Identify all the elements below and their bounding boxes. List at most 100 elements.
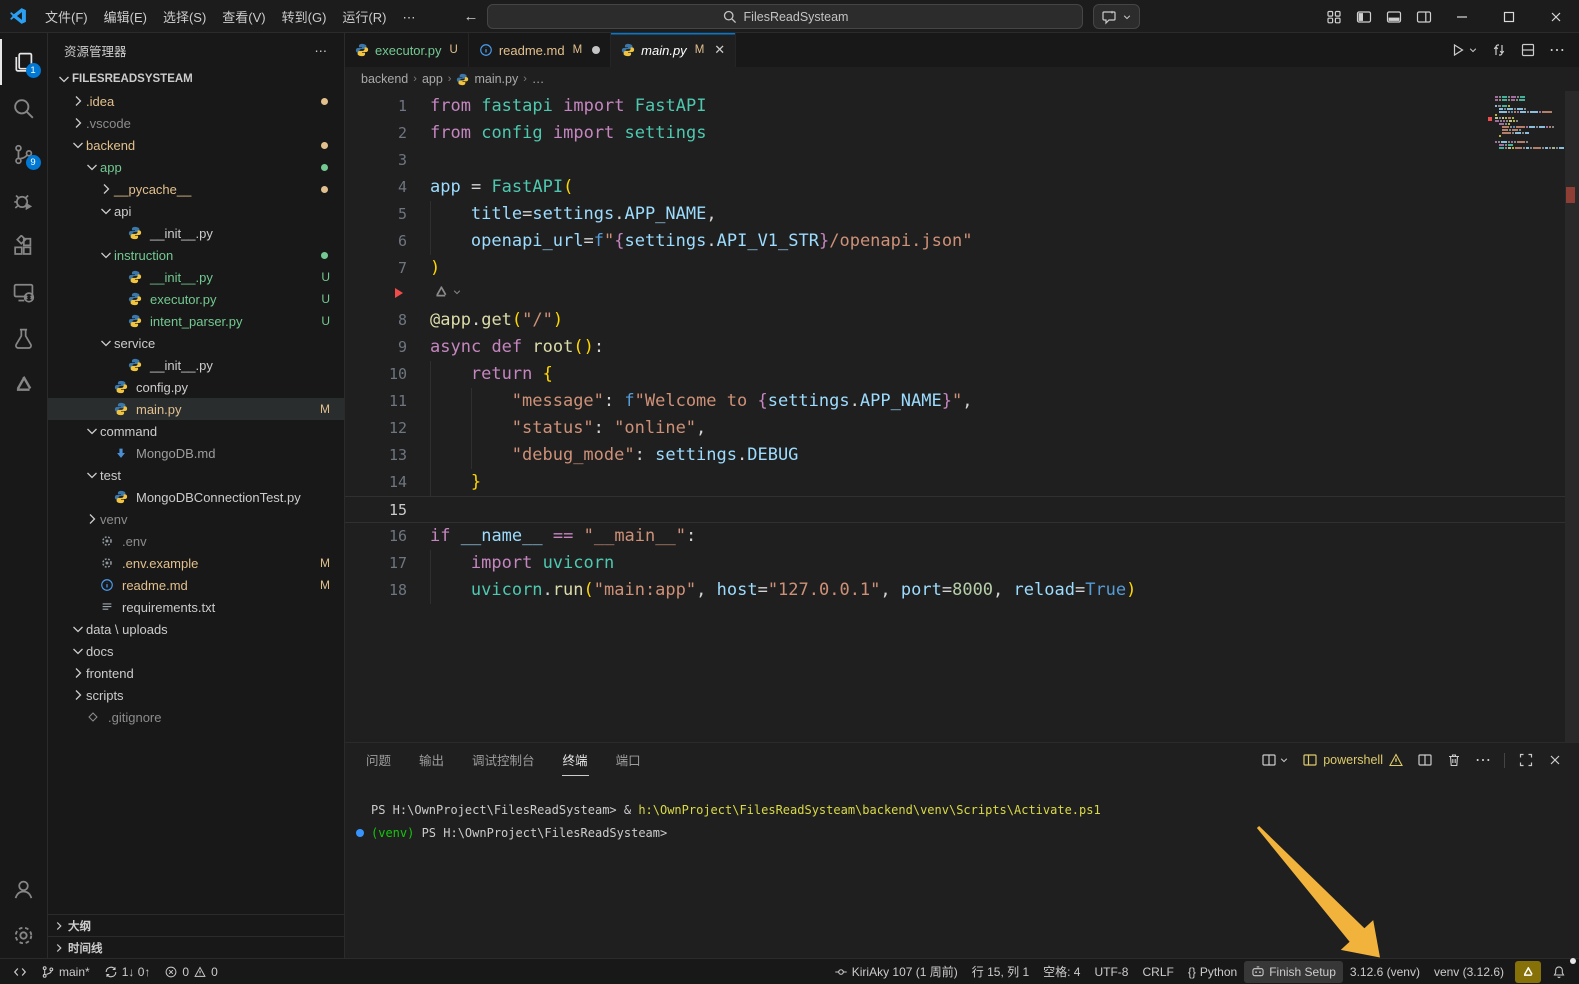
tab-readme.md[interactable]: readme.mdM: [469, 33, 611, 67]
maximize-button[interactable]: [1485, 0, 1532, 33]
git-blame-item[interactable]: KiriAky 107 (1 周前): [827, 961, 965, 983]
tree-item-config.py[interactable]: config.py: [48, 376, 344, 398]
menu-item-7[interactable]: ⋯: [394, 7, 423, 28]
breadcrumb-item-2[interactable]: app: [422, 72, 443, 86]
code-editor[interactable]: 1from fastapi import FastAPI2from config…: [345, 91, 1579, 742]
breadcrumb-item-1[interactable]: backend: [361, 72, 408, 86]
language-mode-item[interactable]: {} Python: [1181, 961, 1244, 983]
terminal-output[interactable]: PS H:\OwnProject\FilesReadSysteam> & h:\…: [345, 777, 1579, 958]
notifications-bell[interactable]: [1545, 961, 1573, 983]
menu-item-3[interactable]: 选择(S): [155, 7, 214, 28]
encoding-item[interactable]: UTF-8: [1087, 961, 1135, 983]
copilot-chat-button[interactable]: [1093, 4, 1140, 29]
open-changes-icon[interactable]: [1491, 42, 1507, 58]
source-control-icon[interactable]: 9: [0, 131, 48, 177]
menu-item-1[interactable]: 文件(F): [37, 7, 96, 28]
tree-item-.env[interactable]: .env: [48, 530, 344, 552]
tree-item-service[interactable]: service: [48, 332, 344, 354]
tree-item-backend[interactable]: backend: [48, 134, 344, 156]
tree-item-docs[interactable]: docs: [48, 640, 344, 662]
search-view-icon[interactable]: [0, 85, 48, 131]
tree-item-.idea[interactable]: .idea: [48, 90, 344, 112]
minimap[interactable]: [1495, 96, 1559, 150]
settings-gear-icon[interactable]: [0, 912, 48, 958]
tree-item-.env.example[interactable]: .env.exampleM: [48, 552, 344, 574]
tree-item-requirements.txt[interactable]: requirements.txt: [48, 596, 344, 618]
tree-item-MongoDB.md[interactable]: MongoDB.md: [48, 442, 344, 464]
menu-item-4[interactable]: 查看(V): [214, 7, 273, 28]
remote-explorer-icon[interactable]: [0, 269, 48, 315]
extensions-icon[interactable]: [0, 223, 48, 269]
close-window-button[interactable]: [1532, 0, 1579, 33]
split-editor-icon[interactable]: [1520, 42, 1536, 58]
timeline-section[interactable]: 时间线: [48, 936, 344, 958]
account-icon[interactable]: [0, 866, 48, 912]
tree-item-main.py[interactable]: main.pyM: [48, 398, 344, 420]
tree-item-intent_parser.py[interactable]: intent_parser.pyU: [48, 310, 344, 332]
panel-more-actions-icon[interactable]: ⋯: [1475, 750, 1491, 770]
tree-item-.vscode[interactable]: .vscode: [48, 112, 344, 134]
panel-tab-输出[interactable]: 输出: [418, 744, 445, 776]
venv-item[interactable]: venv (3.12.6): [1427, 961, 1511, 983]
toggle-primary-sidebar-icon[interactable]: [1356, 9, 1372, 25]
tree-item-api[interactable]: api: [48, 200, 344, 222]
menu-item-6[interactable]: 运行(R): [334, 7, 394, 28]
tree-item-__init__.py[interactable]: __init__.pyU: [48, 266, 344, 288]
tree-item-datauploads[interactable]: data \ uploads: [48, 618, 344, 640]
tree-item-scripts[interactable]: scripts: [48, 684, 344, 706]
toggle-secondary-sidebar-icon[interactable]: [1416, 9, 1432, 25]
indentation-item[interactable]: 空格: 4: [1036, 961, 1087, 983]
outline-section[interactable]: 大纲: [48, 914, 344, 936]
back-arrow-icon[interactable]: ←: [463, 8, 478, 25]
tree-item-__init__.py[interactable]: __init__.py: [48, 354, 344, 376]
close-panel-icon[interactable]: [1547, 752, 1563, 768]
minimize-button[interactable]: [1438, 0, 1485, 33]
tree-item-command[interactable]: command: [48, 420, 344, 442]
panel-tab-端口[interactable]: 端口: [615, 744, 642, 776]
close-tab-icon[interactable]: ✕: [714, 42, 725, 58]
menu-item-5[interactable]: 转到(G): [274, 7, 335, 28]
problems-item[interactable]: 0 0: [157, 961, 224, 983]
kill-terminal-trash-icon[interactable]: [1446, 752, 1462, 768]
finish-setup-item[interactable]: Finish Setup: [1244, 961, 1343, 983]
explorer-more-actions[interactable]: ⋯: [315, 43, 329, 58]
git-sync-item[interactable]: 1↓ 0↑: [97, 961, 158, 983]
tree-item-FILESREADSYSTEAM[interactable]: FILESREADSYSTEAM: [48, 68, 344, 90]
split-terminal-icon[interactable]: [1417, 752, 1433, 768]
python-version-item[interactable]: 3.12.6 (venv): [1343, 961, 1427, 983]
explorer-icon[interactable]: 1: [0, 39, 48, 85]
customize-layout-icon[interactable]: [1326, 9, 1342, 25]
kiro-status-item[interactable]: [1515, 961, 1541, 983]
maximize-panel-icon[interactable]: [1518, 752, 1534, 768]
tab-executor.py[interactable]: executor.pyU: [345, 33, 469, 67]
overview-ruler[interactable]: [1565, 91, 1579, 742]
tree-item-MongoDBConnectionTest.py[interactable]: MongoDBConnectionTest.py: [48, 486, 344, 508]
tree-item-app[interactable]: app: [48, 156, 344, 178]
panel-tab-调试控制台[interactable]: 调试控制台: [471, 744, 536, 776]
kiro-inline-icon[interactable]: [433, 284, 462, 300]
tree-item-test[interactable]: test: [48, 464, 344, 486]
git-branch-item[interactable]: main*: [34, 961, 97, 983]
tree-item-readme.md[interactable]: readme.mdM: [48, 574, 344, 596]
testing-icon[interactable]: [0, 315, 48, 361]
tree-item-__pycache__[interactable]: __pycache__: [48, 178, 344, 200]
tree-item-venv[interactable]: venv: [48, 508, 344, 530]
command-center-search[interactable]: FilesReadSysteam: [487, 4, 1083, 29]
tree-item-__init__.py[interactable]: __init__.py: [48, 222, 344, 244]
tree-item-frontend[interactable]: frontend: [48, 662, 344, 684]
panel-tab-问题[interactable]: 问题: [365, 744, 392, 776]
kiro-extension-icon[interactable]: [0, 361, 48, 407]
tree-item-instruction[interactable]: instruction: [48, 244, 344, 266]
run-python-button[interactable]: [1450, 42, 1478, 58]
terminal-instance-powershell[interactable]: powershell: [1302, 752, 1404, 768]
tree-item-executor.py[interactable]: executor.pyU: [48, 288, 344, 310]
tree-item-.gitignore[interactable]: .gitignore: [48, 706, 344, 728]
more-actions-icon[interactable]: ⋯: [1549, 40, 1565, 60]
menu-item-2[interactable]: 编辑(E): [96, 7, 155, 28]
tab-main.py[interactable]: main.pyM✕: [611, 33, 736, 67]
breadcrumb-item-3[interactable]: main.py: [474, 72, 518, 86]
panel-tab-终端[interactable]: 终端: [562, 744, 589, 776]
eol-item[interactable]: CRLF: [1135, 961, 1180, 983]
run-debug-icon[interactable]: [0, 177, 48, 223]
breadcrumb-item-4[interactable]: …: [532, 72, 545, 86]
